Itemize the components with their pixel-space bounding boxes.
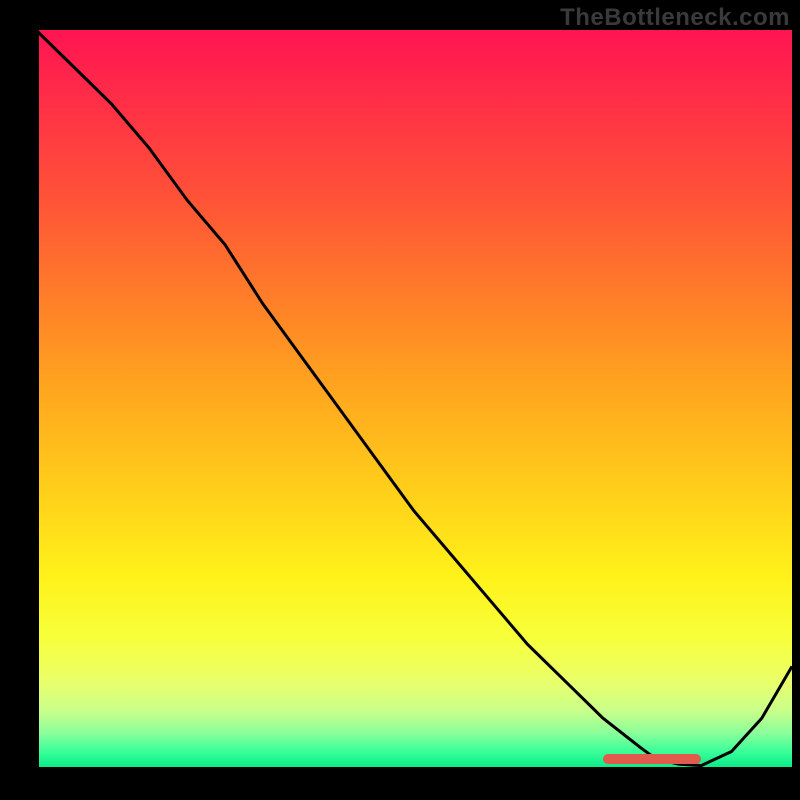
plot-area <box>36 30 792 770</box>
chart-frame: TheBottleneck.com <box>0 0 800 800</box>
watermark-text: TheBottleneck.com <box>560 4 790 32</box>
axes-border <box>36 30 792 770</box>
